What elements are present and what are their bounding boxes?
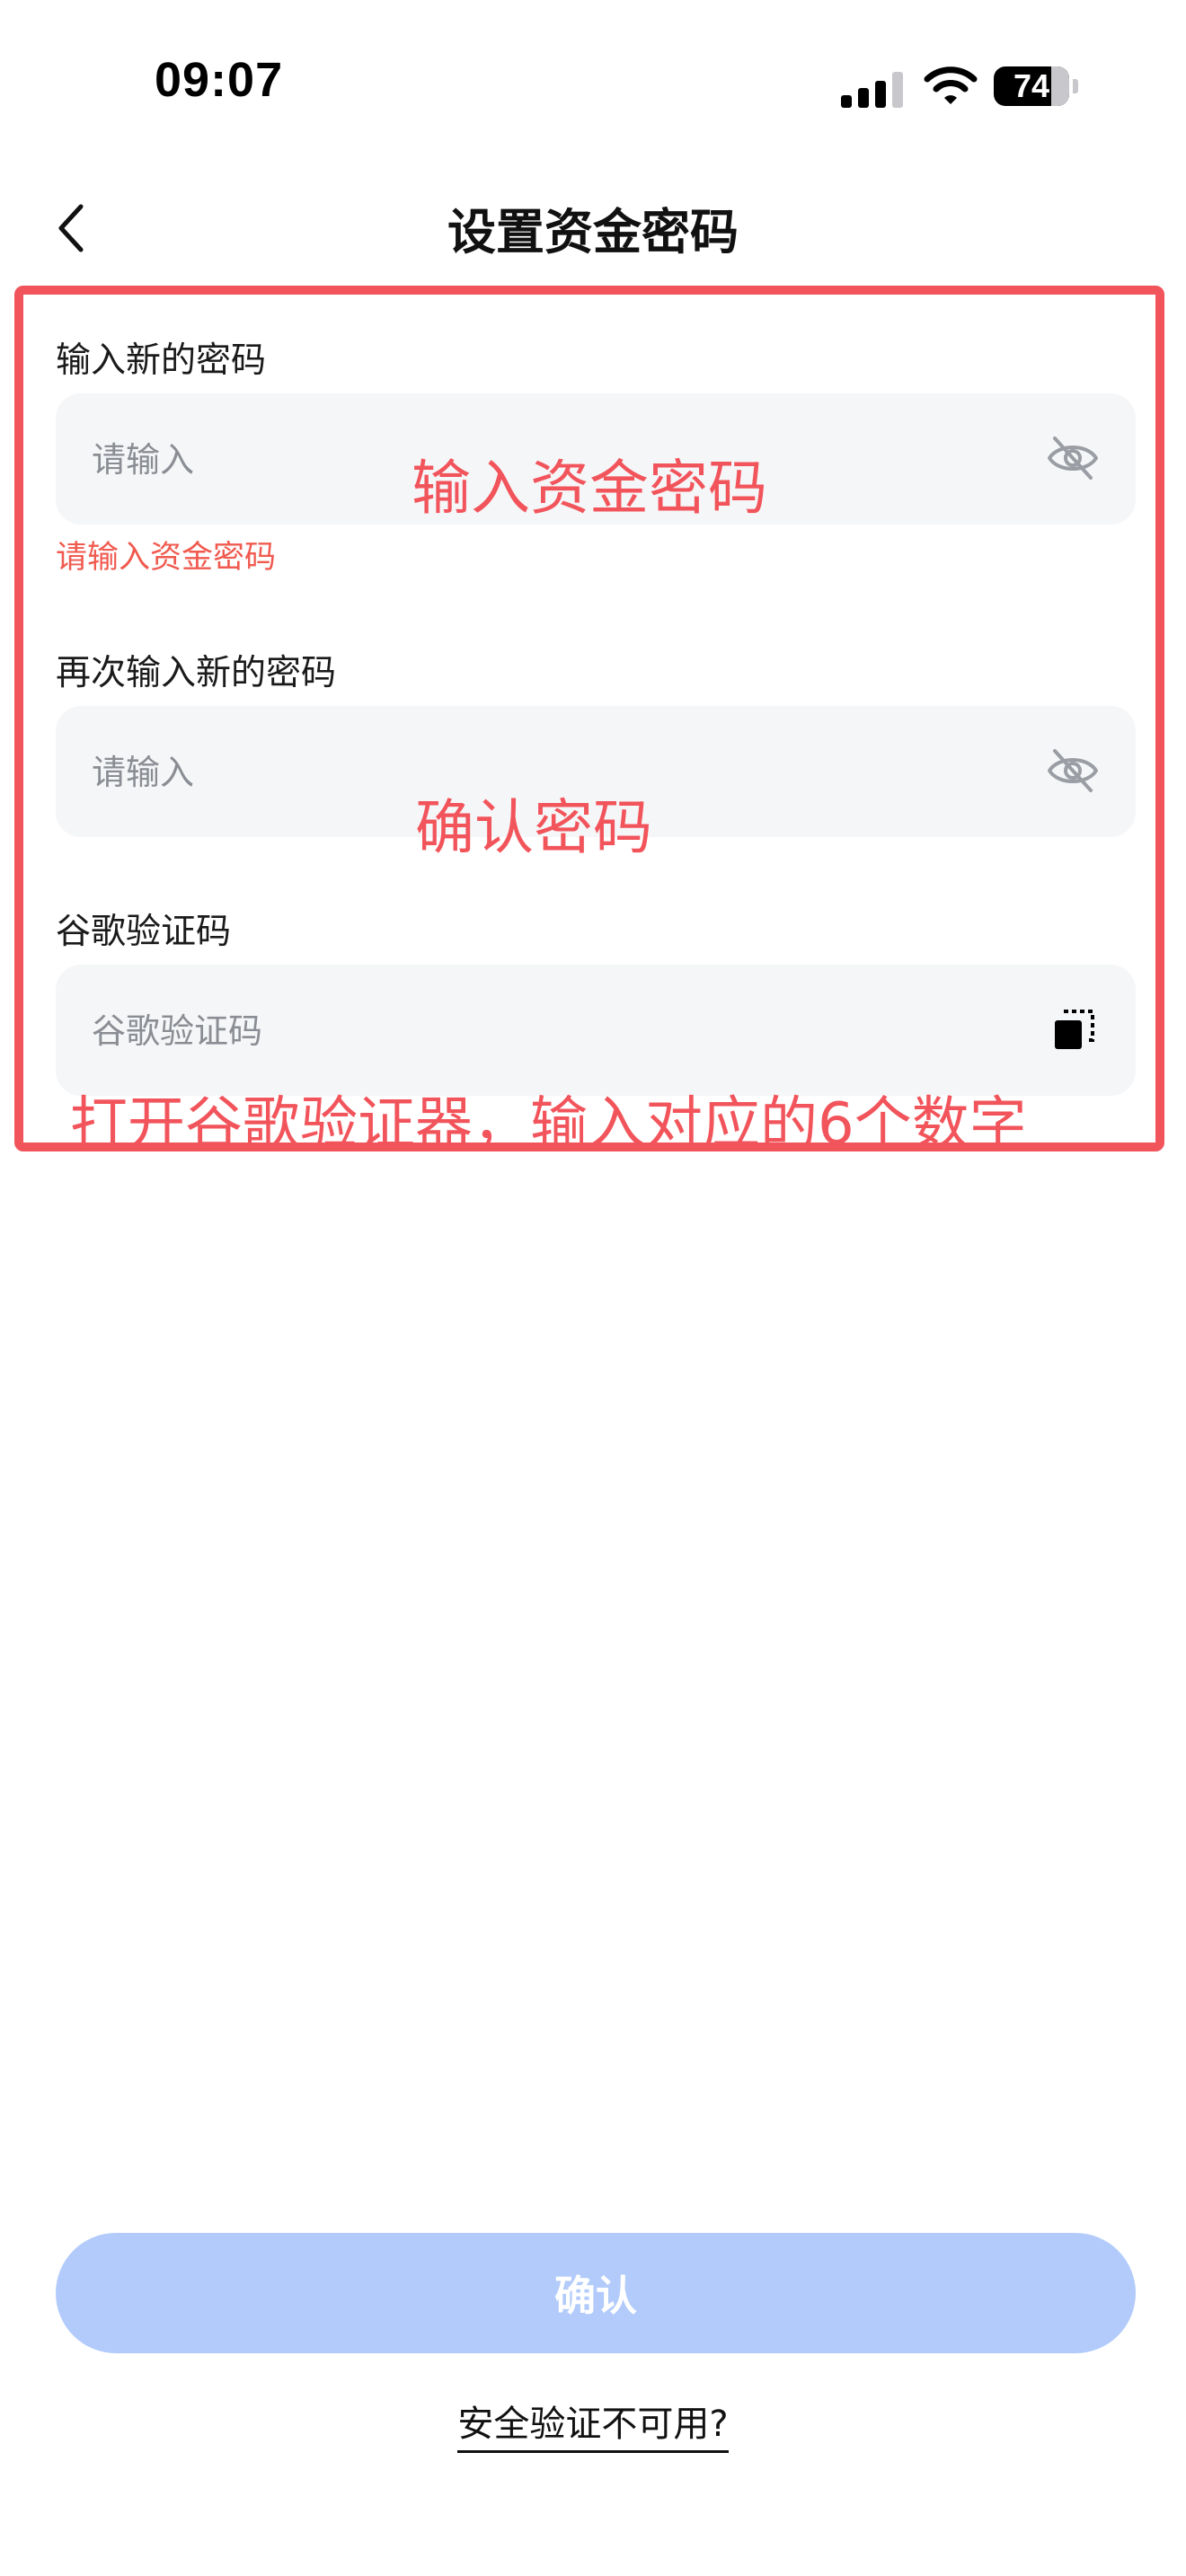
battery-percent: 74 — [1013, 67, 1050, 104]
cellular-signal-icon — [841, 70, 904, 108]
eye-off-icon[interactable] — [1046, 745, 1100, 796]
paste-icon[interactable] — [1051, 1008, 1096, 1053]
new-password-label: 输入新的密码 — [56, 340, 267, 381]
confirm-button[interactable]: 确认 — [56, 2233, 1136, 2353]
battery-cap — [1073, 79, 1078, 93]
annotation-google-hint: 打开谷歌验证器，输入对应的6个数字 — [70, 1091, 1027, 1158]
annotation-confirm-hint: 确认密码 — [415, 793, 652, 862]
eye-off-icon[interactable] — [1046, 433, 1100, 483]
new-password-error: 请输入资金密码 — [56, 540, 277, 576]
annotation-password-hint: 输入资金密码 — [412, 454, 767, 523]
confirm-password-label: 再次输入新的密码 — [56, 653, 337, 693]
security-unavailable-link[interactable]: 安全验证不可用? — [0, 2395, 1186, 2453]
battery-icon: 74 — [994, 66, 1069, 106]
wifi-icon — [924, 66, 978, 104]
page-title: 设置资金密码 — [447, 204, 739, 260]
google-code-label: 谷歌验证码 — [56, 912, 232, 952]
security-unavailable-label: 安全验证不可用? — [457, 2404, 729, 2453]
google-code-field — [56, 965, 1136, 1098]
status-time: 09:07 — [155, 53, 284, 107]
